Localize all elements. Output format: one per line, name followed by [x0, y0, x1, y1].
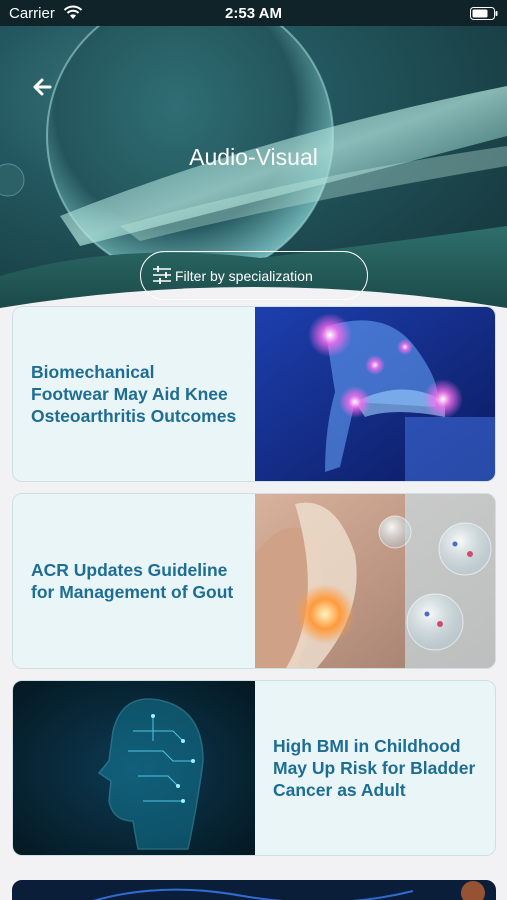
partial-card-image: [13, 881, 495, 900]
status-bar: Carrier 2:53 AM: [0, 0, 507, 26]
article-card[interactable]: High BMI in Childhood May Up Risk for Bl…: [12, 680, 496, 856]
status-time: 2:53 AM: [225, 5, 282, 22]
digital-head-image: [13, 681, 255, 855]
sliders-icon: [153, 266, 171, 284]
card-text-area: Biomechanical Footwear May Aid Knee Oste…: [13, 307, 255, 481]
header: Audio-Visual Filter by specialization: [0, 26, 507, 308]
card-text-area: ACR Updates Guideline for Management of …: [13, 494, 255, 668]
back-arrow-icon[interactable]: [28, 72, 58, 102]
gout-joint-image: [255, 494, 495, 668]
page-title: Audio-Visual: [189, 144, 318, 170]
article-title: ACR Updates Guideline for Management of …: [31, 560, 234, 602]
article-card-partial[interactable]: [12, 880, 496, 900]
article-title: High BMI in Childhood May Up Risk for Bl…: [273, 736, 476, 800]
article-card[interactable]: Biomechanical Footwear May Aid Knee Oste…: [12, 306, 496, 482]
knee-skeleton-image: [255, 307, 495, 481]
filter-label: Filter by specialization: [175, 268, 313, 284]
filter-by-specialization-button[interactable]: Filter by specialization: [140, 251, 368, 300]
battery-icon: [470, 7, 498, 20]
article-title: Biomechanical Footwear May Aid Knee Oste…: [31, 362, 237, 426]
article-card[interactable]: ACR Updates Guideline for Management of …: [12, 493, 496, 669]
card-text-area: High BMI in Childhood May Up Risk for Bl…: [255, 681, 495, 855]
